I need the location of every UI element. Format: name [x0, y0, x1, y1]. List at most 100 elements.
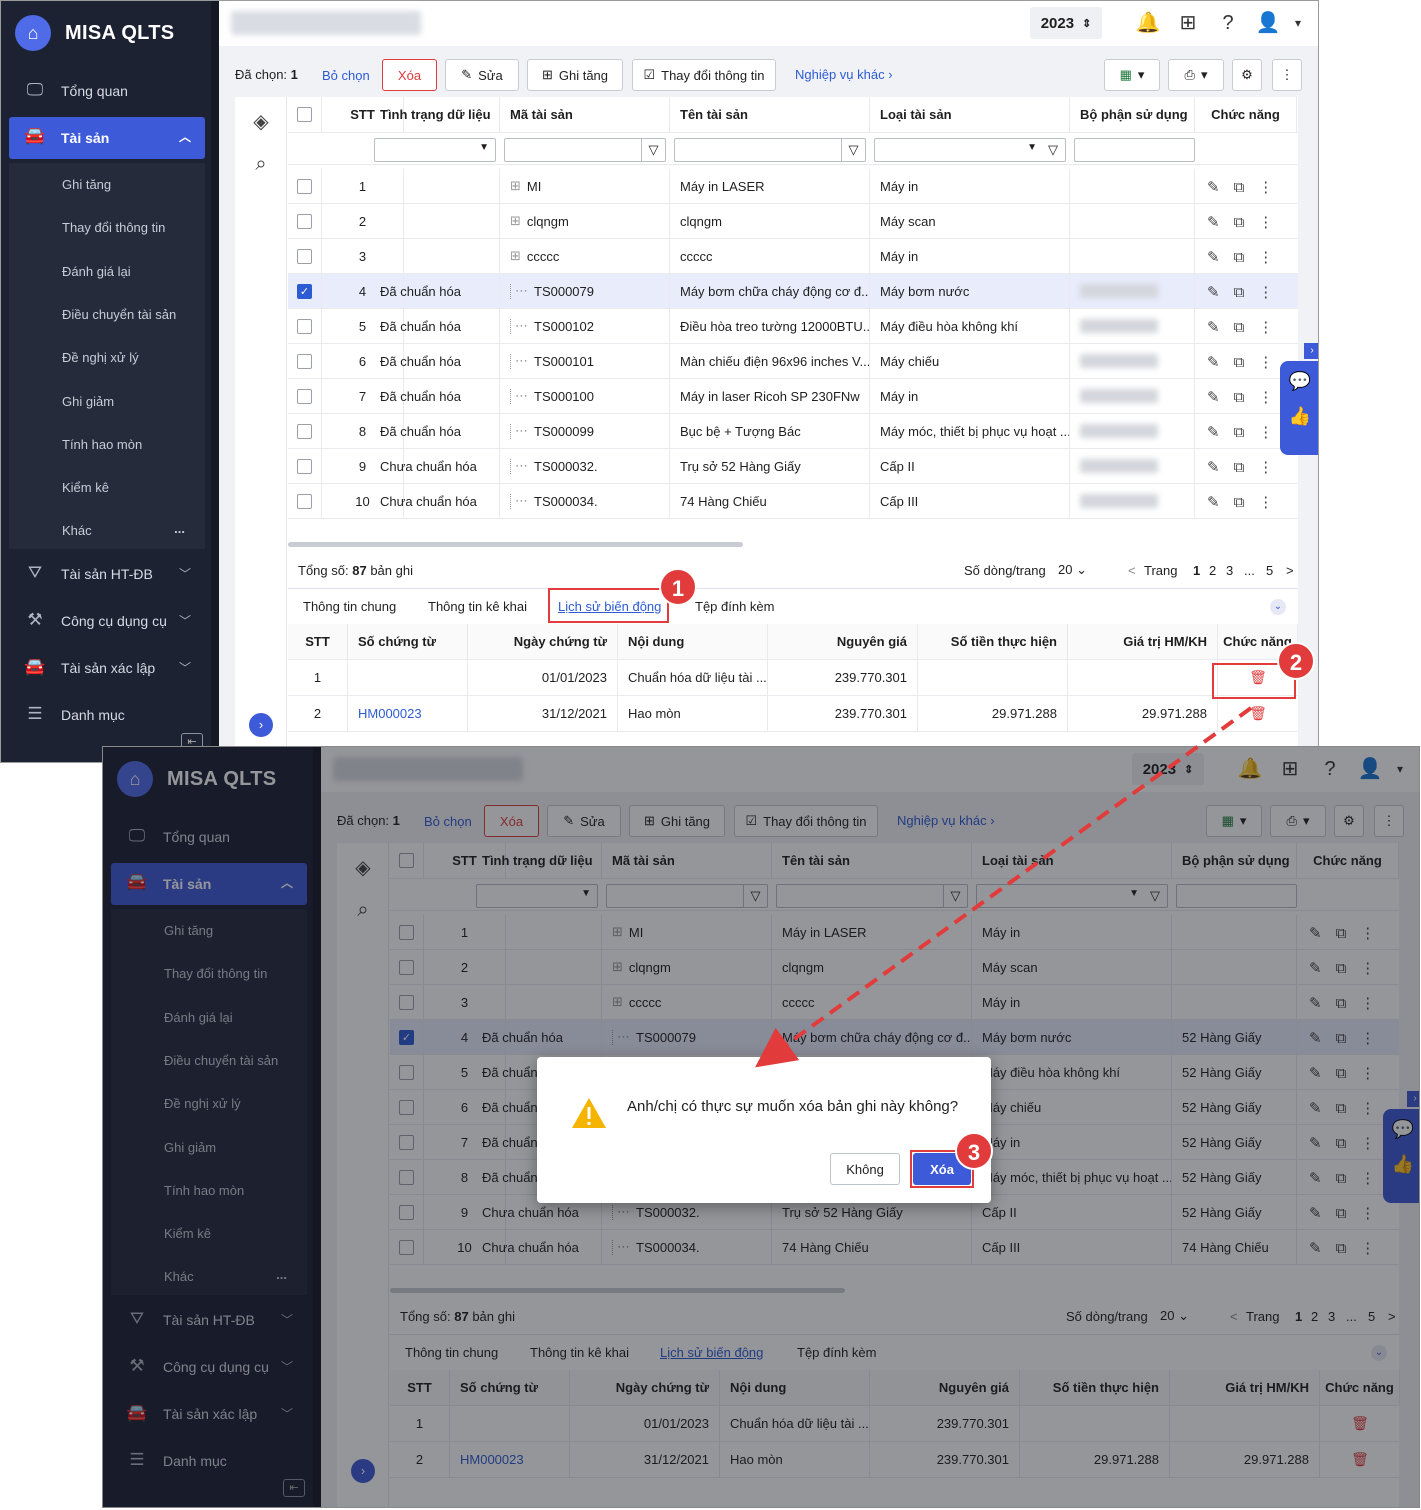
bell-icon[interactable]: 🔔: [1135, 10, 1161, 36]
submenu-item[interactable]: Ghi tăng: [62, 177, 111, 192]
per-page-select[interactable]: 20 ⌄: [1058, 562, 1087, 578]
more-icon[interactable]: ...: [174, 521, 185, 536]
table-row[interactable]: 5Đã chuẩn hóa⋯TS000102Điều hòa treo tườn…: [288, 309, 1298, 344]
trash-icon[interactable]: 🗑: [1249, 705, 1267, 722]
more-vertical-icon[interactable]: ⋮: [1258, 248, 1273, 266]
tab-detail[interactable]: Tệp đính kèm: [695, 599, 775, 614]
submenu-item[interactable]: Điều chuyển tài sản: [62, 307, 176, 322]
duplicate-icon[interactable]: ⧉: [1234, 389, 1245, 406]
row-checkbox[interactable]: [288, 344, 322, 378]
row-checkbox[interactable]: [288, 204, 322, 238]
row-checkbox[interactable]: [288, 484, 322, 518]
page-number[interactable]: 3: [1226, 563, 1233, 578]
page-number[interactable]: ...: [1244, 563, 1255, 578]
edit-icon[interactable]: ✎: [1207, 318, 1220, 336]
history-row[interactable]: 1 01/01/2023 Chuẩn hóa dữ liệu tài ... 239.…: [288, 660, 1298, 696]
duplicate-icon[interactable]: ⧉: [1234, 459, 1245, 476]
table-row[interactable]: 10 Chưa chuẩn hóa ⋯ TS000034. 74 Hàng Chiếu C…: [288, 484, 1298, 519]
collapse-chevron-icon[interactable]: ⌄: [1270, 599, 1286, 615]
duplicate-icon[interactable]: ⧉: [1234, 249, 1245, 266]
more-vertical-icon[interactable]: ⋮: [1258, 458, 1273, 476]
history-doc-link[interactable]: HM000023: [348, 696, 468, 731]
table-row[interactable]: 3 ⊞ ccccc ccccc Máy in ✎ ⧉ ⋮: [288, 239, 1298, 274]
tab-detail[interactable]: Thông tin kê khai: [428, 599, 527, 614]
table-row[interactable]: 9 Chưa chuẩn hóa ⋯ TS000032. Trụ sở 52 Hàng …: [288, 449, 1298, 484]
edit-icon[interactable]: ✎: [1207, 458, 1220, 476]
search-icon[interactable]: ⌕: [248, 153, 274, 179]
row-checkbox[interactable]: ✓: [288, 274, 322, 308]
excel-export-button[interactable]: ▦ ▾: [1104, 59, 1160, 91]
submenu-item[interactable]: Ghi giảm: [62, 394, 114, 409]
row-checkbox[interactable]: [288, 239, 322, 273]
type-filter[interactable]: ▼ ▽: [874, 138, 1066, 162]
table-row[interactable]: 2 ⊞ clqngm clqngm Máy scan ✎ ⧉ ⋮: [288, 204, 1298, 239]
column-header[interactable]: Bộ phận sử dụng: [1070, 97, 1195, 132]
settings-button[interactable]: ⚙: [1232, 59, 1262, 91]
next-page[interactable]: >: [1286, 563, 1294, 578]
more-vertical-icon[interactable]: ⋮: [1258, 213, 1273, 231]
submenu-item[interactable]: Kiểm kê: [62, 480, 109, 495]
status-filter[interactable]: ▼: [374, 138, 496, 162]
row-checkbox[interactable]: [288, 414, 322, 448]
submenu-item[interactable]: Thay đổi thông tin: [62, 220, 165, 235]
duplicate-icon[interactable]: ⧉: [1234, 354, 1245, 371]
duplicate-icon[interactable]: ⧉: [1234, 214, 1245, 231]
year-selector[interactable]: 2023 ⇕: [1030, 7, 1102, 39]
edit-icon[interactable]: ✎: [1207, 493, 1220, 511]
more-vertical-icon[interactable]: ⋮: [1258, 318, 1273, 336]
nav-catalog[interactable]: ☰ Danh mục: [9, 695, 205, 735]
duplicate-icon[interactable]: ⧉: [1234, 179, 1245, 196]
row-checkbox[interactable]: [288, 169, 322, 203]
apps-grid-icon[interactable]: ⊞: [1175, 10, 1201, 36]
more-vertical-icon[interactable]: ⋮: [1258, 178, 1273, 196]
table-row[interactable]: 7Đã chuẩn hóa⋯TS000100Máy in laser Ricoh…: [288, 379, 1298, 414]
horizontal-scrollbar[interactable]: [288, 542, 743, 547]
expand-plus-icon[interactable]: ⊞: [510, 179, 521, 194]
more-vertical-icon[interactable]: ⋮: [1258, 493, 1273, 511]
nav-assets[interactable]: 🚘 Tài sản ︿: [9, 117, 205, 159]
edit-icon[interactable]: ✎: [1207, 178, 1220, 196]
delete-button[interactable]: Xóa: [382, 59, 437, 91]
dept-filter[interactable]: [1074, 138, 1195, 162]
filter-icon[interactable]: ▽: [1041, 139, 1065, 161]
help-icon[interactable]: ?: [1215, 10, 1241, 36]
chat-icon[interactable]: 💬: [1280, 371, 1318, 392]
column-header[interactable]: Tên tài sản: [670, 97, 870, 132]
page-number[interactable]: 5: [1266, 563, 1273, 578]
expand-icon[interactable]: ›: [249, 713, 273, 737]
filter-icon[interactable]: ▽: [841, 139, 865, 161]
table-row[interactable]: ✓ 4 Đã chuẩn hóa ⋯ TS000079 Máy bơm chữa cháy…: [288, 274, 1298, 309]
edit-button[interactable]: ✎ Sửa: [445, 59, 519, 91]
history-delete[interactable]: 🗑: [1218, 696, 1298, 731]
user-icon[interactable]: 👤: [1255, 10, 1281, 36]
support-widget[interactable]: 💬 👍: [1280, 361, 1318, 455]
expand-plus-icon[interactable]: ⊞: [510, 249, 521, 264]
page-number[interactable]: 1: [1193, 563, 1200, 578]
cancel-button[interactable]: Không: [830, 1153, 900, 1185]
edit-icon[interactable]: ✎: [1207, 423, 1220, 441]
app-logo[interactable]: ⌂ MISA QLTS: [15, 15, 174, 51]
history-row[interactable]: 2 HM000023 31/12/2021 Hao mòn 239.770.301 29.…: [288, 696, 1298, 732]
chevron-right-icon[interactable]: ›: [1304, 343, 1318, 359]
submenu-item[interactable]: Khác: [62, 523, 92, 538]
edit-icon[interactable]: ✎: [1207, 248, 1220, 266]
duplicate-icon[interactable]: ⧉: [1234, 284, 1245, 301]
edit-icon[interactable]: ✎: [1207, 283, 1220, 301]
column-header[interactable]: Loại tài sản: [870, 97, 1070, 132]
row-checkbox[interactable]: [288, 449, 322, 483]
increase-button[interactable]: ⊞ Ghi tăng: [527, 59, 623, 91]
table-row[interactable]: 6Đã chuẩn hóa⋯TS000101Màn chiếu điện 96x…: [288, 344, 1298, 379]
edit-icon[interactable]: ✎: [1207, 388, 1220, 406]
nav-infra[interactable]: ⛛ Tài sản HT-ĐB ﹀: [9, 554, 205, 594]
submenu-item[interactable]: Đề nghị xử lý: [62, 350, 139, 365]
deselect-link[interactable]: Bỏ chọn: [322, 68, 370, 83]
layers-icon[interactable]: ◈: [248, 109, 274, 135]
more-vertical-icon[interactable]: ⋮: [1258, 283, 1273, 301]
more-vertical-icon[interactable]: ⋮: [1258, 388, 1273, 406]
history-doc-link[interactable]: [348, 660, 468, 695]
submenu-item[interactable]: Tính hao mòn: [62, 437, 142, 452]
name-filter[interactable]: ▽: [674, 138, 866, 162]
column-header[interactable]: Chức năng: [1195, 97, 1297, 132]
change-info-button[interactable]: ☑ Thay đổi thông tin: [632, 59, 776, 91]
prev-page[interactable]: <: [1128, 563, 1136, 578]
